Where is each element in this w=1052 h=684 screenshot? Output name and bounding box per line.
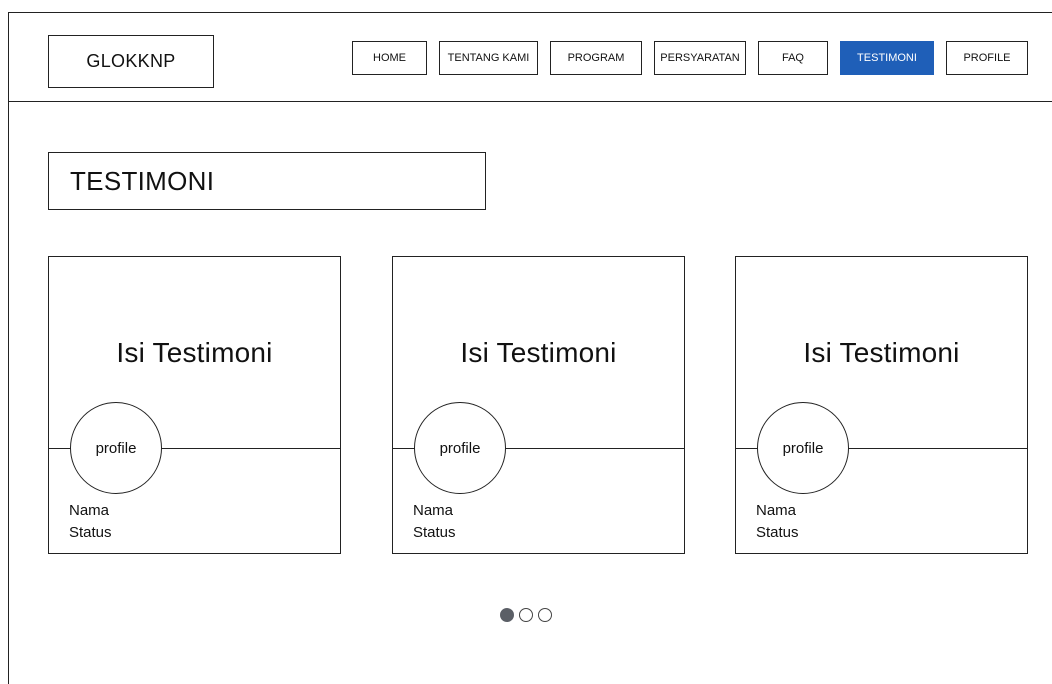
nav-tentang-kami[interactable]: TENTANG KAMI (439, 41, 538, 75)
header-divider (8, 101, 1052, 102)
testimonial-status: Status (69, 524, 112, 541)
testimonial-text: Isi Testimoni (460, 337, 617, 368)
nav-faq[interactable]: FAQ (758, 41, 828, 75)
testimonial-name: Nama (413, 502, 454, 519)
testimonial-status: Status (756, 524, 799, 541)
testimonial-status: Status (413, 524, 456, 541)
nav-persyaratan[interactable]: PERSYARATAN (654, 41, 746, 75)
site-logo[interactable]: GLOKKNP (48, 35, 214, 88)
testimonial-card: Isi Testimoni profile Nama Status (48, 256, 341, 554)
carousel-dot-3[interactable] (538, 608, 552, 622)
nav-program[interactable]: PROGRAM (550, 41, 642, 75)
carousel-dot-1[interactable] (500, 608, 514, 622)
nav-testimoni[interactable]: TESTIMONI (840, 41, 934, 75)
carousel-dot-2[interactable] (519, 608, 533, 622)
carousel-pagination (500, 608, 552, 622)
testimonial-name: Nama (756, 502, 797, 519)
testimonial-name: Nama (69, 502, 110, 519)
profile-avatar: profile (757, 402, 849, 494)
testimonial-card: Isi Testimoni profile Nama Status (392, 256, 685, 554)
nav-home[interactable]: HOME (352, 41, 427, 75)
testimonial-text: Isi Testimoni (116, 337, 273, 368)
testimonial-text: Isi Testimoni (803, 337, 960, 368)
profile-avatar: profile (70, 402, 162, 494)
page-title: TESTIMONI (48, 152, 486, 210)
profile-avatar: profile (414, 402, 506, 494)
nav-profile[interactable]: PROFILE (946, 41, 1028, 75)
testimonial-card: Isi Testimoni profile Nama Status (735, 256, 1028, 554)
